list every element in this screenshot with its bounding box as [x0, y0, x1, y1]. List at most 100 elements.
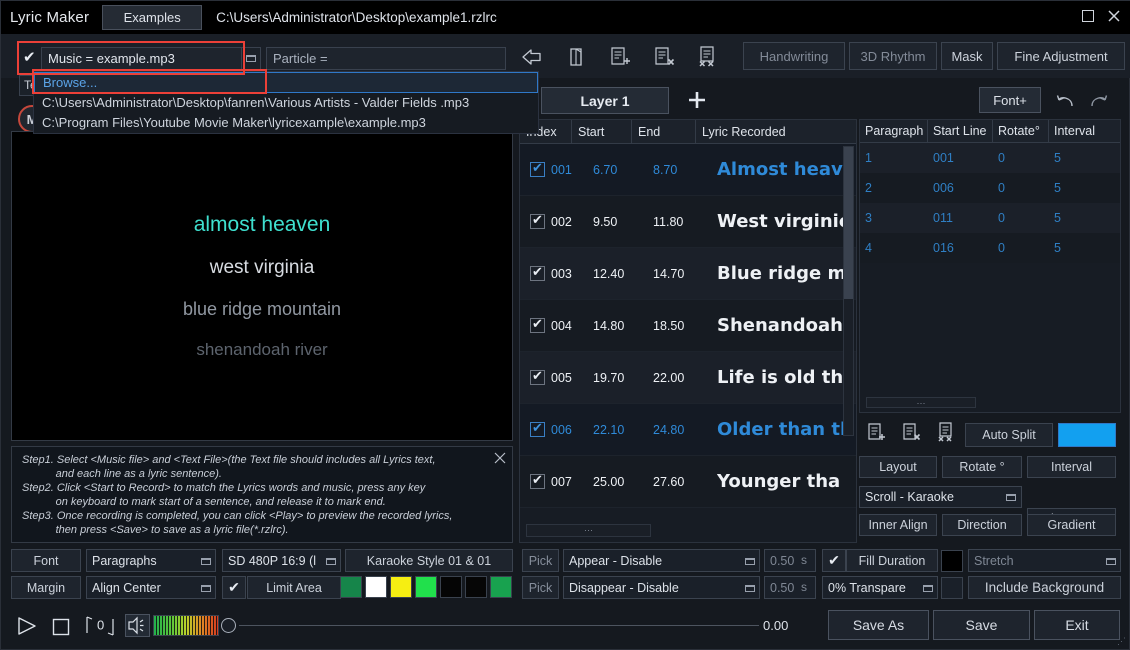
interval-button[interactable]: Interval: [1027, 456, 1116, 478]
paragraph-table-horizontal-scrollbar[interactable]: ⋯: [866, 397, 976, 408]
delete-line-icon[interactable]: [651, 44, 677, 70]
add-paragraph-icon[interactable]: [865, 421, 889, 445]
color-swatch[interactable]: [390, 576, 412, 598]
music-enable-checkmark[interactable]: ✔: [23, 50, 37, 65]
row-checkbox[interactable]: [530, 316, 545, 333]
color-swatch[interactable]: [490, 576, 512, 598]
pick-disappear-button[interactable]: Pick: [522, 576, 559, 599]
fill-color-swatch[interactable]: [941, 550, 963, 572]
3d-rhythm-button[interactable]: 3D Rhythm: [849, 42, 937, 70]
play-icon[interactable]: [15, 616, 39, 641]
table-row[interactable]: 2 006 0 5: [860, 173, 1120, 203]
fill-duration-checkbox[interactable]: ✔: [822, 549, 846, 572]
pick-appear-button[interactable]: Pick: [522, 549, 559, 572]
table-row[interactable]: 005 19.70 22.00 Life is old th: [520, 352, 856, 404]
resolution-select[interactable]: SD 480P 16:9 (l: [222, 549, 341, 572]
color-swatch[interactable]: [440, 576, 462, 598]
lyric-table-vertical-scrollbar[interactable]: [843, 146, 854, 436]
row-checkbox[interactable]: [530, 160, 545, 177]
disappear-duration-field[interactable]: 0.50: [764, 576, 816, 599]
music-file-field[interactable]: Music = example.mp3: [41, 47, 246, 70]
gradient-button[interactable]: Gradient: [1027, 514, 1116, 536]
paragraph-color-swatch[interactable]: [1058, 423, 1116, 447]
table-row[interactable]: 007 25.00 27.60 Younger tha: [520, 456, 856, 508]
back-arrow-icon[interactable]: [519, 44, 545, 70]
maximize-icon[interactable]: [1079, 7, 1097, 25]
layout-button[interactable]: Layout: [859, 456, 937, 478]
delete-paragraph-icon[interactable]: [900, 421, 924, 445]
table-row[interactable]: 002 9.50 11.80 West virginic: [520, 196, 856, 248]
seek-slider-knob[interactable]: [221, 618, 236, 633]
row-checkbox[interactable]: [530, 368, 545, 385]
delete-all-lines-icon[interactable]: [695, 44, 721, 70]
table-row[interactable]: 4 016 0 5: [860, 233, 1120, 263]
save-as-button[interactable]: Save As: [828, 610, 929, 640]
transparency-select[interactable]: 0% Transpare: [822, 576, 938, 599]
karaoke-style-button[interactable]: Karaoke Style 01 & 01: [345, 549, 513, 572]
table-row[interactable]: 003 12.40 14.70 Blue ridge m: [520, 248, 856, 300]
stretch-select[interactable]: Stretch: [968, 549, 1121, 572]
color-swatch[interactable]: [340, 576, 362, 598]
row-checkbox[interactable]: [530, 264, 545, 281]
fine-adjustment-button[interactable]: Fine Adjustment: [997, 42, 1125, 70]
table-row[interactable]: 004 14.80 18.50 Shenandoah: [520, 300, 856, 352]
volume-level-meter[interactable]: [153, 615, 219, 636]
disappear-select[interactable]: Disappear - Disable: [563, 576, 760, 599]
marker-range[interactable]: 0: [83, 615, 118, 637]
particle-field[interactable]: Particle =: [266, 47, 506, 70]
appear-select[interactable]: Appear - Disable: [563, 549, 760, 572]
dropdown-item-recent-1[interactable]: C:\Users\Administrator\Desktop\fanren\Va…: [34, 93, 538, 113]
limit-area-button[interactable]: Limit Area: [247, 576, 341, 599]
scroll-mode-select[interactable]: Scroll - Karaoke: [859, 486, 1022, 508]
examples-button[interactable]: Examples: [102, 5, 203, 30]
resize-grip[interactable]: ⋰: [1117, 636, 1126, 647]
row-checkbox[interactable]: [530, 212, 545, 229]
font-plus-button[interactable]: Font+: [979, 87, 1041, 113]
undo-icon[interactable]: [1055, 90, 1077, 110]
include-background-button[interactable]: Include Background: [968, 576, 1121, 599]
redo-icon[interactable]: [1087, 90, 1109, 110]
inner-align-button[interactable]: Inner Align: [859, 514, 937, 536]
align-select[interactable]: Align Center: [86, 576, 216, 599]
include-background-checkbox[interactable]: [941, 577, 963, 599]
limit-area-checkbox[interactable]: ✔: [222, 576, 246, 599]
close-icon[interactable]: [493, 451, 507, 465]
mask-button[interactable]: Mask: [941, 42, 993, 70]
appear-duration-field[interactable]: 0.50: [764, 549, 816, 572]
stop-icon[interactable]: [51, 617, 71, 642]
auto-split-button[interactable]: Auto Split: [965, 423, 1053, 447]
row-checkbox[interactable]: [530, 472, 545, 489]
color-swatch[interactable]: [415, 576, 437, 598]
cell-index: 001: [551, 162, 572, 177]
color-swatch[interactable]: [365, 576, 387, 598]
table-row[interactable]: 001 6.70 8.70 Almost heav: [520, 144, 856, 196]
open-file-icon[interactable]: [563, 44, 589, 70]
volume-icon[interactable]: [125, 614, 150, 637]
rotate-button[interactable]: Rotate °: [942, 456, 1022, 478]
scrollbar-thumb[interactable]: [844, 147, 853, 299]
exit-button[interactable]: Exit: [1034, 610, 1120, 640]
font-button[interactable]: Font: [11, 549, 81, 572]
music-dropdown-button[interactable]: [241, 47, 261, 70]
paragraphs-select[interactable]: Paragraphs: [86, 549, 216, 572]
table-row[interactable]: 1 001 0 5: [860, 143, 1120, 173]
seek-slider-track[interactable]: [239, 625, 759, 626]
fill-duration-button[interactable]: Fill Duration: [846, 549, 938, 572]
dropdown-item-browse[interactable]: Browse...: [34, 72, 538, 93]
music-file-dropdown[interactable]: Browse... C:\Users\Administrator\Desktop…: [33, 71, 539, 134]
margin-button[interactable]: Margin: [11, 576, 81, 599]
delete-all-paragraphs-icon[interactable]: [935, 421, 959, 445]
direction-button[interactable]: Direction: [942, 514, 1022, 536]
handwriting-button[interactable]: Handwriting: [743, 42, 845, 70]
layer-tab-1[interactable]: Layer 1: [541, 87, 669, 114]
plus-icon[interactable]: [685, 88, 709, 112]
add-line-icon[interactable]: [607, 44, 633, 70]
color-swatch[interactable]: [465, 576, 487, 598]
dropdown-item-recent-2[interactable]: C:\Program Files\Youtube Movie Maker\lyr…: [34, 113, 538, 133]
close-icon[interactable]: [1105, 7, 1123, 25]
save-button[interactable]: Save: [933, 610, 1030, 640]
lyric-table-horizontal-scrollbar[interactable]: ⋯: [526, 524, 651, 537]
row-checkbox[interactable]: [530, 420, 545, 437]
table-row[interactable]: 006 22.10 24.80 Older than tl: [520, 404, 856, 456]
table-row[interactable]: 3 011 0 5: [860, 203, 1120, 233]
